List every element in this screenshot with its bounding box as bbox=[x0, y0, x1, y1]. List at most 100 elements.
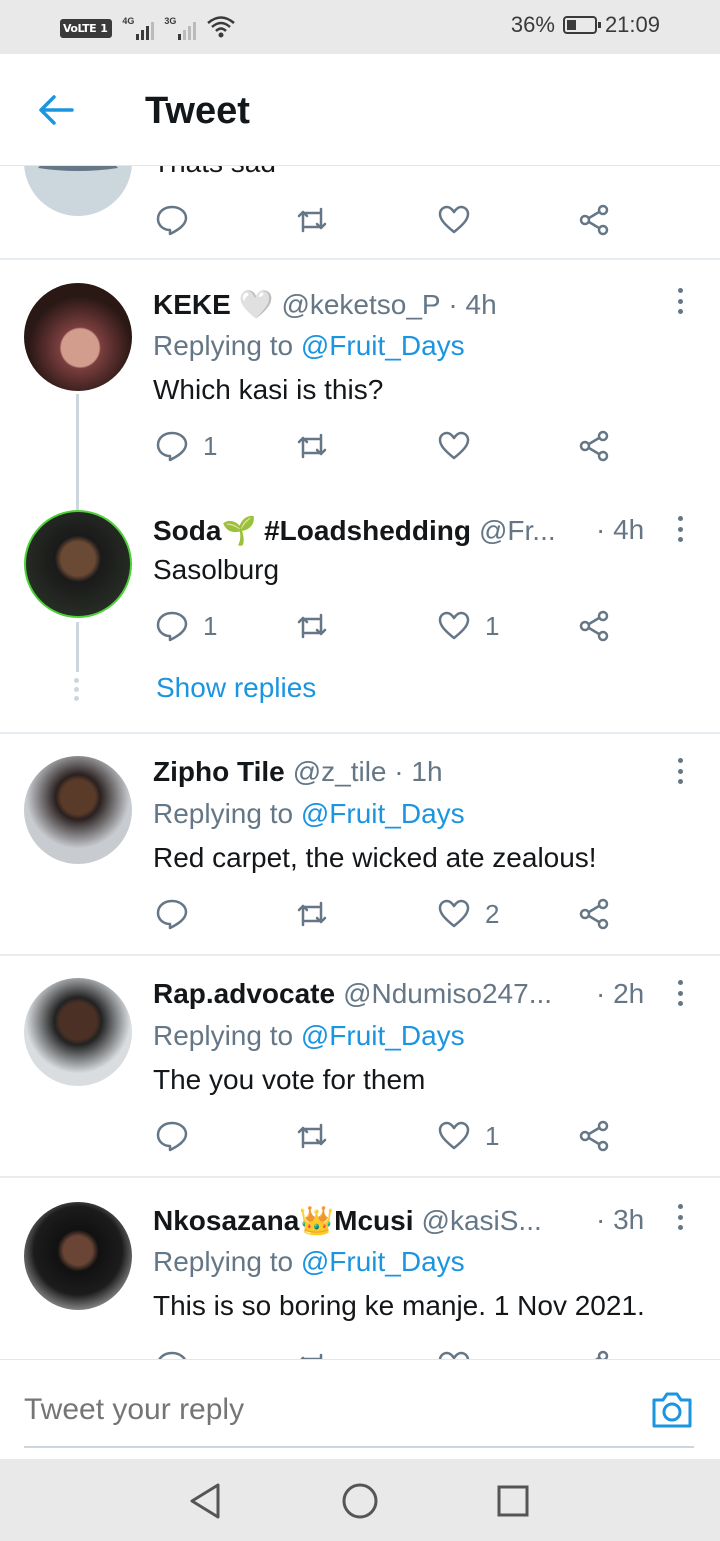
author-name: Nkosazana👑Mcusi bbox=[153, 1205, 414, 1236]
author-handle: @z_tile bbox=[292, 756, 387, 787]
like-button[interactable] bbox=[437, 426, 471, 466]
reply-icon bbox=[156, 899, 188, 930]
reply-button[interactable] bbox=[155, 200, 189, 240]
tweet-author[interactable]: Rap.advocate @Ndumiso247... bbox=[153, 978, 552, 1010]
reply-icon bbox=[158, 1351, 186, 1359]
like-button[interactable] bbox=[437, 1346, 471, 1359]
retweet-button[interactable] bbox=[295, 426, 329, 466]
battery-fill bbox=[566, 20, 577, 30]
more-options-button[interactable] bbox=[670, 976, 690, 1010]
more-options-button[interactable] bbox=[670, 284, 690, 318]
retweet-icon bbox=[297, 207, 327, 233]
like-count: 1 bbox=[485, 1120, 500, 1151]
tweet-time: · 3h bbox=[596, 1204, 645, 1235]
author-handle: @keketso_P bbox=[281, 289, 441, 320]
tweet-zipho[interactable]: Zipho Tile @z_tile · 1h Replying to @Fru… bbox=[0, 734, 720, 954]
share-button[interactable] bbox=[577, 894, 611, 934]
more-options-button[interactable] bbox=[670, 754, 690, 788]
arrow-left-icon bbox=[39, 95, 74, 125]
share-icon bbox=[579, 204, 609, 236]
tweet-actions bbox=[155, 1346, 625, 1359]
reply-button[interactable] bbox=[155, 1346, 189, 1359]
heart-icon bbox=[438, 205, 470, 234]
app-header: Tweet bbox=[0, 54, 720, 166]
status-left: VoLTE 1 4G 3G bbox=[60, 14, 236, 43]
tweet-reply-input[interactable] bbox=[24, 1388, 624, 1432]
retweet-button[interactable] bbox=[295, 1346, 329, 1359]
reply-icon bbox=[156, 431, 188, 462]
retweet-button[interactable] bbox=[295, 1116, 329, 1156]
retweet-button[interactable] bbox=[295, 894, 329, 934]
retweet-button[interactable] bbox=[295, 606, 329, 646]
thread-dots bbox=[74, 678, 80, 701]
more-options-button[interactable] bbox=[670, 512, 690, 546]
like-button[interactable] bbox=[437, 200, 471, 240]
tweet-actions bbox=[155, 200, 625, 240]
tweet-nkosazana[interactable]: Nkosazana👑Mcusi @kasiS... · 3h Replying … bbox=[0, 1178, 720, 1359]
tweet-rap-advocate[interactable]: Rap.advocate @Ndumiso247... · 2h Replyin… bbox=[0, 956, 720, 1176]
share-button[interactable] bbox=[577, 1346, 611, 1359]
heart-icon bbox=[438, 1121, 470, 1150]
mention-link[interactable]: @Fruit_Days bbox=[301, 330, 465, 361]
author-handle: @Fr... bbox=[479, 515, 556, 546]
tweet-text: Sasolburg bbox=[153, 554, 280, 585]
like-button[interactable]: 2 bbox=[437, 894, 499, 934]
share-button[interactable] bbox=[577, 606, 611, 646]
tweet-feed[interactable]: Thats sad KEKE 🤍 @keketso_P · 4h Replyin… bbox=[0, 54, 720, 1359]
square-recents-icon bbox=[497, 1485, 529, 1517]
share-icon bbox=[579, 1120, 609, 1152]
tweet-keke[interactable]: KEKE 🤍 @keketso_P · 4h Replying to @Frui… bbox=[0, 260, 720, 732]
tweet-time: · 2h bbox=[596, 978, 645, 1009]
retweet-icon bbox=[297, 433, 327, 459]
camera-button[interactable] bbox=[650, 1390, 694, 1430]
mention-link[interactable]: @Fruit_Days bbox=[301, 798, 465, 829]
triangle-back-icon bbox=[190, 1483, 220, 1519]
system-nav-bar bbox=[0, 1459, 720, 1541]
share-icon bbox=[579, 898, 609, 930]
like-button[interactable]: 1 bbox=[437, 1116, 499, 1156]
reply-button[interactable]: 1 bbox=[155, 606, 217, 646]
author-name: Rap.advocate bbox=[153, 978, 336, 1009]
replying-to: Replying to @Fruit_Days bbox=[153, 330, 465, 361]
share-button[interactable] bbox=[577, 426, 611, 466]
nav-home-button[interactable] bbox=[340, 1481, 380, 1521]
battery-icon bbox=[562, 16, 601, 34]
mention-link[interactable]: @Fruit_Days bbox=[301, 1020, 465, 1051]
tweet-author[interactable]: Soda🌱 #Loadshedding @Fr... bbox=[153, 514, 556, 547]
replying-to: Replying to @Fruit_Days bbox=[153, 798, 465, 829]
tweet-actions: 1 bbox=[155, 426, 625, 466]
mention-link[interactable]: @Fruit_Days bbox=[301, 1246, 465, 1277]
tweet-author[interactable]: Zipho Tile @z_tile · 1h bbox=[153, 756, 443, 788]
reply-button[interactable]: 1 bbox=[155, 426, 217, 466]
retweet-button[interactable] bbox=[295, 200, 329, 240]
wifi-icon bbox=[206, 14, 236, 43]
tweet-text: Red carpet, the wicked ate zealous! bbox=[153, 842, 597, 873]
heart-icon bbox=[438, 899, 470, 928]
avatar-rap-advocate[interactable] bbox=[24, 978, 132, 1086]
avatar-keke[interactable] bbox=[24, 283, 132, 391]
more-options-button[interactable] bbox=[670, 1200, 690, 1234]
tweet-author[interactable]: KEKE 🤍 @keketso_P · 4h bbox=[153, 288, 497, 321]
reply-button[interactable] bbox=[155, 894, 189, 934]
nav-recents-button[interactable] bbox=[493, 1481, 533, 1521]
tweet-author[interactable]: Nkosazana👑Mcusi @kasiS... bbox=[153, 1204, 542, 1237]
tweet-actions: 1 1 bbox=[155, 606, 625, 646]
tweet-time: 1h bbox=[411, 756, 443, 787]
retweet-icon bbox=[300, 1353, 323, 1359]
reply-button[interactable] bbox=[155, 1116, 189, 1156]
heart-icon bbox=[438, 1351, 470, 1359]
share-button[interactable] bbox=[577, 200, 611, 240]
avatar-soda[interactable] bbox=[24, 510, 132, 618]
show-replies-link[interactable]: Show replies bbox=[156, 672, 316, 704]
share-icon bbox=[579, 430, 609, 462]
share-button[interactable] bbox=[577, 1116, 611, 1156]
avatar-zipho[interactable] bbox=[24, 756, 132, 864]
back-button[interactable] bbox=[36, 90, 76, 130]
like-button[interactable]: 1 bbox=[437, 606, 499, 646]
nav-back-button[interactable] bbox=[186, 1481, 226, 1521]
status-bar: VoLTE 1 4G 3G 36% 21:09 bbox=[0, 0, 720, 54]
avatar-nkosazana[interactable] bbox=[24, 1202, 132, 1310]
status-right: 36% 21:09 bbox=[511, 12, 660, 38]
camera-icon bbox=[652, 1392, 692, 1428]
retweet-icon bbox=[297, 1123, 327, 1149]
